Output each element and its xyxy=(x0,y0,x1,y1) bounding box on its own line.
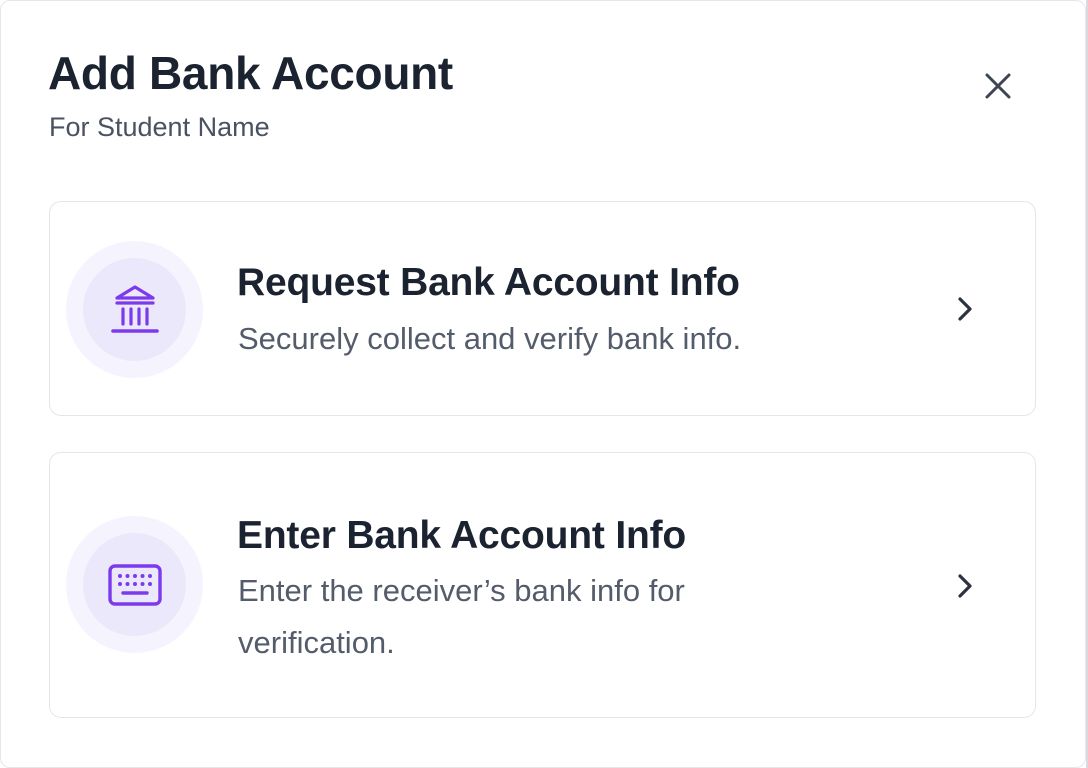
close-button[interactable] xyxy=(973,61,1023,111)
dialog-subtitle: For Student Name xyxy=(49,112,270,142)
bank-icon xyxy=(110,284,159,333)
option-title: Request Bank Account Info xyxy=(237,261,740,304)
option-description: Enter the receiver’s bank info for verif… xyxy=(238,573,685,660)
enter-bank-account-option[interactable]: Enter Bank Account Info Enter the receiv… xyxy=(49,452,1036,718)
option-title: Enter Bank Account Info xyxy=(237,514,686,557)
keyboard-icon xyxy=(107,563,162,606)
option-description: Securely collect and verify bank info. xyxy=(238,321,742,356)
keyboard-icon-badge xyxy=(66,516,203,653)
chevron-right-icon xyxy=(947,291,983,327)
chevron-right-icon xyxy=(947,568,983,604)
request-bank-account-option[interactable]: Request Bank Account Info Securely colle… xyxy=(49,201,1036,416)
bank-icon-badge xyxy=(66,241,203,378)
add-bank-account-dialog: Add Bank Account For Student Name Reques… xyxy=(0,0,1086,768)
dialog-title: Add Bank Account xyxy=(48,47,453,99)
close-icon xyxy=(985,73,1011,99)
